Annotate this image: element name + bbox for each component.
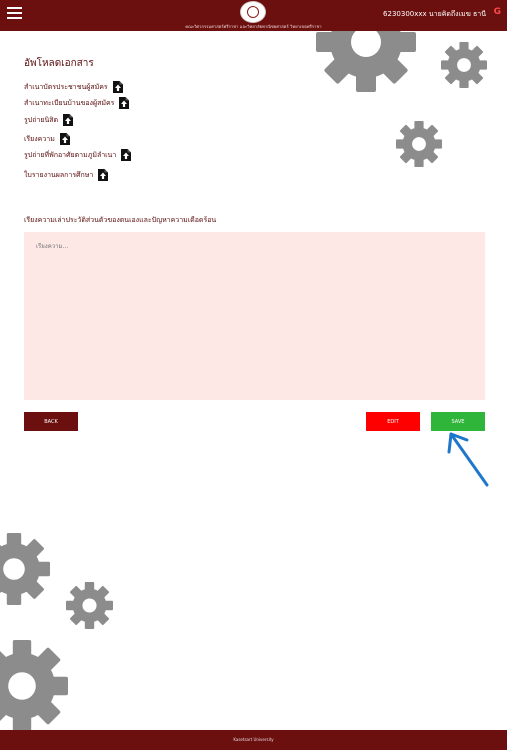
file-upload-icon[interactable] [98,169,108,181]
faculty-name: คณะวิศวกรรมศาสตร์ศรีราชา และวิทยาลัยพาณิ… [185,24,322,29]
document-row-student-photo: รูปถ่ายนิสิต [24,113,73,127]
edit-button[interactable]: EDIT [366,412,420,431]
file-upload-icon[interactable] [63,114,73,126]
document-row-residence-photo: รูปถ่ายที่พักอาศัยตามภูมิลำเนา [24,148,131,162]
university-logo [240,1,266,23]
footer: Kasetsart University [0,730,507,750]
gear-decoration-bottom-left [0,533,50,605]
essay-textarea[interactable] [24,232,485,400]
arrow-pointer-icon [447,432,489,487]
back-button[interactable]: BACK [24,412,78,431]
user-name: 6230300xxx นายคิดถึงเมฆ ธานี [383,10,486,18]
document-label: รูปถ่ายที่พักอาศัยตามภูมิลำเนา [24,150,117,159]
logout-icon[interactable]: G [494,7,501,17]
gear-decoration-bottom-small [66,582,113,629]
document-label: รูปถ่ายนิสิต [24,115,59,124]
document-label: เรียงความ [24,134,55,143]
document-row-essay: เรียงความ [24,132,70,146]
page-title: อัพโหลดเอกสาร [24,58,94,69]
gear-decoration-bottom-large [0,640,68,732]
file-upload-icon[interactable] [60,133,70,145]
essay-label: เรียงความเล่าประวัติส่วนตัวของตนเองและปั… [24,216,217,224]
top-navigation-bar: คณะวิศวกรรมศาสตร์ศรีราชา และวิทยาลัยพาณิ… [0,0,507,31]
document-row-house-registration: สำเนาทะเบียนบ้านของผู้สมัคร [24,96,129,110]
gear-decoration-middle-right [396,121,442,167]
file-upload-icon[interactable] [119,97,129,109]
document-label: สำเนาบัตรประชาชนผู้สมัคร [24,82,108,91]
gear-decoration-top-right [441,42,487,88]
document-row-id-card: สำเนาบัตรประชาชนผู้สมัคร [24,80,123,94]
hamburger-menu-icon[interactable] [7,7,22,20]
document-label: ใบรายงานผลการศึกษา [24,170,94,179]
document-label: สำเนาทะเบียนบ้านของผู้สมัคร [24,98,115,107]
document-row-transcript: ใบรายงานผลการศึกษา [24,168,108,182]
file-upload-icon[interactable] [113,81,123,93]
file-upload-icon[interactable] [121,149,131,161]
